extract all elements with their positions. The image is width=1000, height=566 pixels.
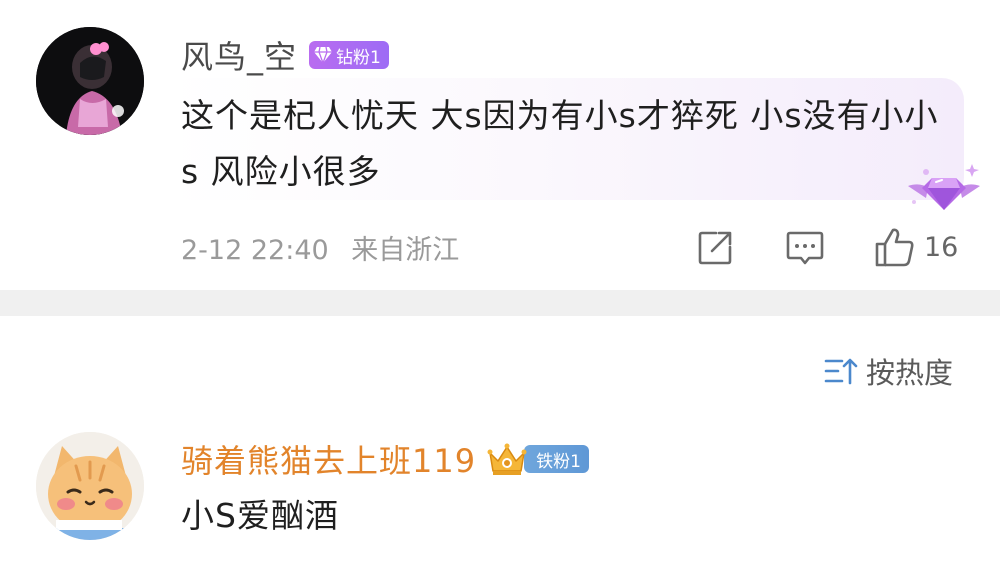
share-icon [698,231,732,265]
comment-header: 风鸟_空 钻粉1 [181,30,389,80]
username[interactable]: 风鸟_空 [181,32,297,78]
diamond-icon [314,46,333,64]
crown-icon [487,443,527,475]
share-button[interactable] [696,228,736,268]
section-divider [0,290,1000,316]
thumbs-up-icon [875,228,914,267]
comment-item: 风鸟_空 钻粉1 这个是杞人忧天 大s因为有小s才猝死 小s没有小小s 风险小很… [0,0,1000,290]
sort-button[interactable]: 按热度 [824,350,953,392]
sort-label: 按热度 [866,356,954,390]
diamond-icon [908,164,980,210]
sort-icon [824,358,858,385]
fan-level-badge[interactable]: 铁粉1 [524,445,589,473]
avatar[interactable] [36,432,144,540]
avatar[interactable] [36,27,144,135]
username[interactable]: 骑着熊猫去上班119 [181,436,476,482]
comment-text: 小S爱酗酒 [181,496,339,535]
badge-label: 钻粉1 [336,47,381,68]
fan-level-badge[interactable]: 钻粉1 [309,41,389,69]
comment-text: 这个是杞人忧天 大s因为有小s才猝死 小s没有小小s 风险小很多 [181,96,939,191]
badge-label: 铁粉1 [536,451,581,472]
comment-meta: 2-12 22:40 来自浙江 [181,228,459,267]
reply-button[interactable] [785,228,825,268]
comment-location: 来自浙江 [351,235,460,266]
like-button[interactable]: 16 [874,224,958,270]
like-count: 16 [924,231,959,263]
comment-timestamp: 2-12 22:40 [181,235,329,266]
comment-icon [786,231,824,265]
comment-header: 骑着熊猫去上班119 铁粉1 [181,434,589,484]
